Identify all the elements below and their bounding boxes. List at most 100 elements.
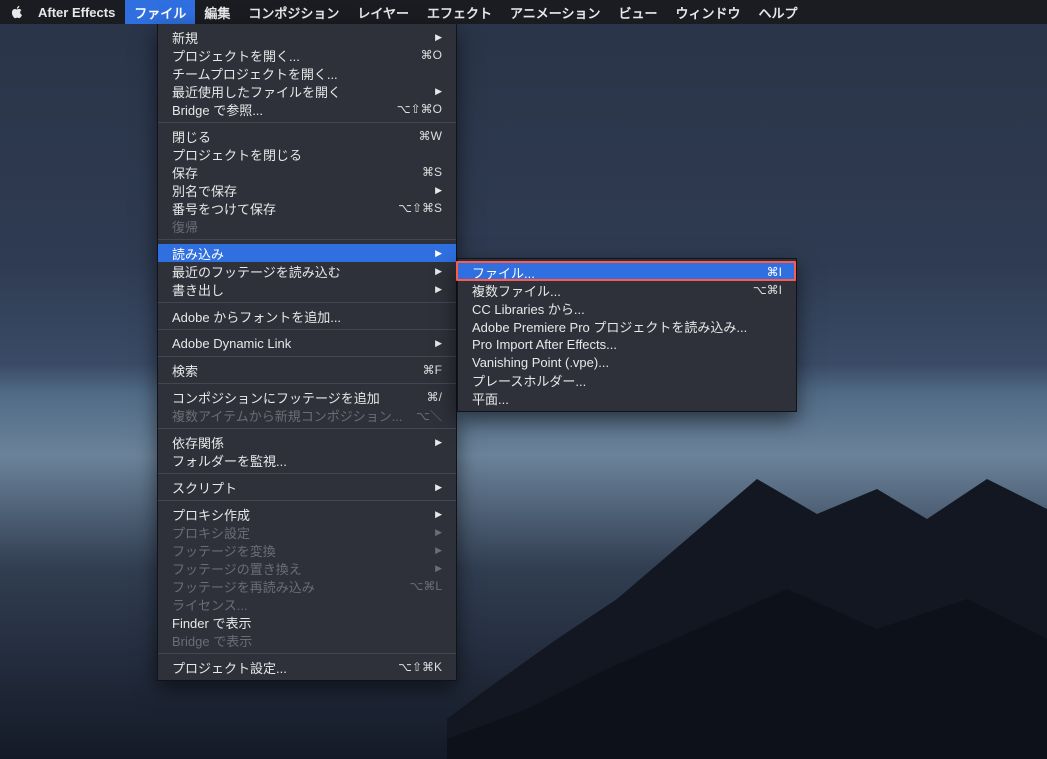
file-menu-item: Bridge で表示 — [158, 631, 456, 649]
apple-logo-icon[interactable] — [10, 5, 24, 19]
submenu-arrow-icon — [435, 265, 442, 277]
menubar-item-7[interactable]: ウィンドウ — [666, 0, 749, 24]
import-submenu-item[interactable]: Pro Import After Effects... — [458, 335, 796, 353]
menu-item-label: 保存 — [172, 163, 410, 182]
menu-item-label: 閉じる — [172, 127, 407, 146]
file-menu-item[interactable]: 依存関係 — [158, 433, 456, 451]
file-menu-item[interactable]: プロジェクトを閉じる — [158, 145, 456, 163]
file-menu-item[interactable]: 番号をつけて保存⌥⇧⌘S — [158, 199, 456, 217]
file-menu-item[interactable]: プロジェクトを開く...⌘O — [158, 46, 456, 64]
submenu-arrow-icon — [435, 436, 442, 448]
file-menu-item[interactable]: Finder で表示 — [158, 613, 456, 631]
menu-separator — [158, 239, 456, 240]
file-menu-item[interactable]: フォルダーを監視... — [158, 451, 456, 469]
menu-separator — [158, 383, 456, 384]
menu-item-label: チームプロジェクトを開く... — [172, 64, 442, 83]
file-menu-item[interactable]: コンポジションにフッテージを追加⌘/ — [158, 388, 456, 406]
file-menu-item[interactable]: 閉じる⌘W — [158, 127, 456, 145]
file-menu-item[interactable]: 最近のフッテージを読み込む — [158, 262, 456, 280]
file-menu-item: フッテージを変換 — [158, 541, 456, 559]
menu-item-label: 別名で保存 — [172, 181, 423, 200]
menubar-item-3[interactable]: レイヤー — [348, 0, 418, 24]
file-menu-item[interactable]: 最近使用したファイルを開く — [158, 82, 456, 100]
menu-item-label: プロジェクトを閉じる — [172, 145, 442, 164]
menu-item-label: フッテージを再読み込み — [172, 577, 397, 596]
file-menu-item[interactable]: 読み込み — [158, 244, 456, 262]
submenu-arrow-icon — [435, 31, 442, 43]
menu-item-label: ライセンス... — [172, 595, 442, 614]
menubar-item-5[interactable]: アニメーション — [501, 0, 609, 24]
file-menu-item[interactable]: Adobe Dynamic Link — [158, 334, 456, 352]
menu-item-label: プロキシ作成 — [172, 505, 423, 524]
desktop-background: After Effects ファイル編集コンポジションレイヤーエフェクトアニメー… — [0, 0, 1047, 759]
menu-item-label: 読み込み — [172, 244, 423, 263]
file-menu-item[interactable]: プロジェクト設定...⌥⇧⌘K — [158, 658, 456, 676]
menu-item-shortcut: ⌘F — [423, 363, 442, 377]
file-menu-item[interactable]: 検索 ⌘F — [158, 361, 456, 379]
submenu-arrow-icon — [435, 337, 442, 349]
submenu-arrow-icon — [435, 247, 442, 259]
submenu-arrow-icon — [435, 481, 442, 493]
menu-item-shortcut: ⌥⌘L — [409, 579, 442, 593]
menu-item-label: 依存関係 — [172, 433, 423, 452]
menu-item-label: Bridge で参照... — [172, 100, 385, 119]
menu-item-label: Adobe からフォントを追加... — [172, 307, 442, 326]
import-submenu-item[interactable]: 平面... — [458, 389, 796, 407]
menubar-item-4[interactable]: エフェクト — [418, 0, 501, 24]
menu-item-label: フッテージを変換 — [172, 541, 423, 560]
menu-item-label: Bridge で表示 — [172, 631, 442, 650]
file-menu-item[interactable]: チームプロジェクトを開く... — [158, 64, 456, 82]
menu-item-label: 最近使用したファイルを開く — [172, 82, 423, 101]
menu-item-label: 番号をつけて保存 — [172, 199, 386, 218]
menu-item-label: スクリプト — [172, 478, 423, 497]
import-submenu-item[interactable]: 複数ファイル... ⌥⌘I — [458, 281, 796, 299]
menu-item-label: ファイル... — [472, 263, 755, 282]
menu-item-label: 新規 — [172, 28, 423, 47]
menu-separator — [158, 302, 456, 303]
menu-item-shortcut: ⌥⌘I — [753, 283, 782, 297]
menubar-item-2[interactable]: コンポジション — [239, 0, 348, 24]
menu-item-label: Pro Import After Effects... — [472, 337, 782, 352]
menu-item-label: Vanishing Point (.vpe)... — [472, 355, 782, 370]
import-submenu: ファイル... ⌘I 複数ファイル... ⌥⌘I CC Libraries から...A… — [457, 258, 797, 412]
system-menubar: After Effects ファイル編集コンポジションレイヤーエフェクトアニメー… — [0, 0, 1047, 24]
file-menu-item[interactable]: Bridge で参照... ⌥⇧⌘O — [158, 100, 456, 118]
import-submenu-item[interactable]: Adobe Premiere Pro プロジェクトを読み込み... — [458, 317, 796, 335]
file-menu-item[interactable]: スクリプト — [158, 478, 456, 496]
menu-separator — [158, 122, 456, 123]
file-menu-item[interactable]: 書き出し — [158, 280, 456, 298]
menu-item-label: Finder で表示 — [172, 613, 442, 632]
submenu-arrow-icon — [435, 562, 442, 574]
menu-item-label: 平面... — [472, 389, 782, 408]
menu-item-label: プロジェクトを開く... — [172, 46, 409, 65]
menu-item-label: 書き出し — [172, 280, 423, 299]
menu-item-shortcut: ⌘I — [767, 265, 782, 279]
app-name[interactable]: After Effects — [38, 5, 115, 20]
file-menu-item[interactable]: Adobe からフォントを追加... — [158, 307, 456, 325]
menubar-item-8[interactable]: ヘルプ — [750, 0, 807, 24]
submenu-arrow-icon — [435, 544, 442, 556]
import-submenu-item[interactable]: プレースホルダー... — [458, 371, 796, 389]
menu-item-label: プロキシ設定 — [172, 523, 423, 542]
import-submenu-item[interactable]: CC Libraries から... — [458, 299, 796, 317]
file-menu-item: フッテージの置き換え — [158, 559, 456, 577]
file-menu-item[interactable]: 別名で保存 — [158, 181, 456, 199]
menu-item-label: プロジェクト設定... — [172, 658, 386, 677]
menu-item-shortcut: ⌥⇧⌘O — [397, 102, 442, 116]
file-menu-item: フッテージを再読み込み ⌥⌘L — [158, 577, 456, 595]
file-menu-item[interactable]: プロキシ作成 — [158, 505, 456, 523]
menubar-item-1[interactable]: 編集 — [195, 0, 239, 24]
menu-item-label: 複数ファイル... — [472, 281, 741, 300]
file-menu-item[interactable]: 新規 — [158, 28, 456, 46]
menubar-item-6[interactable]: ビュー — [609, 0, 666, 24]
file-menu-item[interactable]: 保存 ⌘S — [158, 163, 456, 181]
menu-item-label: 検索 — [172, 361, 411, 380]
menu-item-label: フォルダーを監視... — [172, 451, 442, 470]
menu-item-label: 複数アイテムから新規コンポジション... — [172, 406, 404, 425]
import-submenu-item[interactable]: ファイル... ⌘I — [458, 263, 796, 281]
menu-item-shortcut: ⌘S — [422, 165, 442, 179]
menu-item-label: フッテージの置き換え — [172, 559, 423, 578]
menubar-item-0[interactable]: ファイル — [125, 0, 195, 24]
submenu-arrow-icon — [435, 508, 442, 520]
import-submenu-item[interactable]: Vanishing Point (.vpe)... — [458, 353, 796, 371]
